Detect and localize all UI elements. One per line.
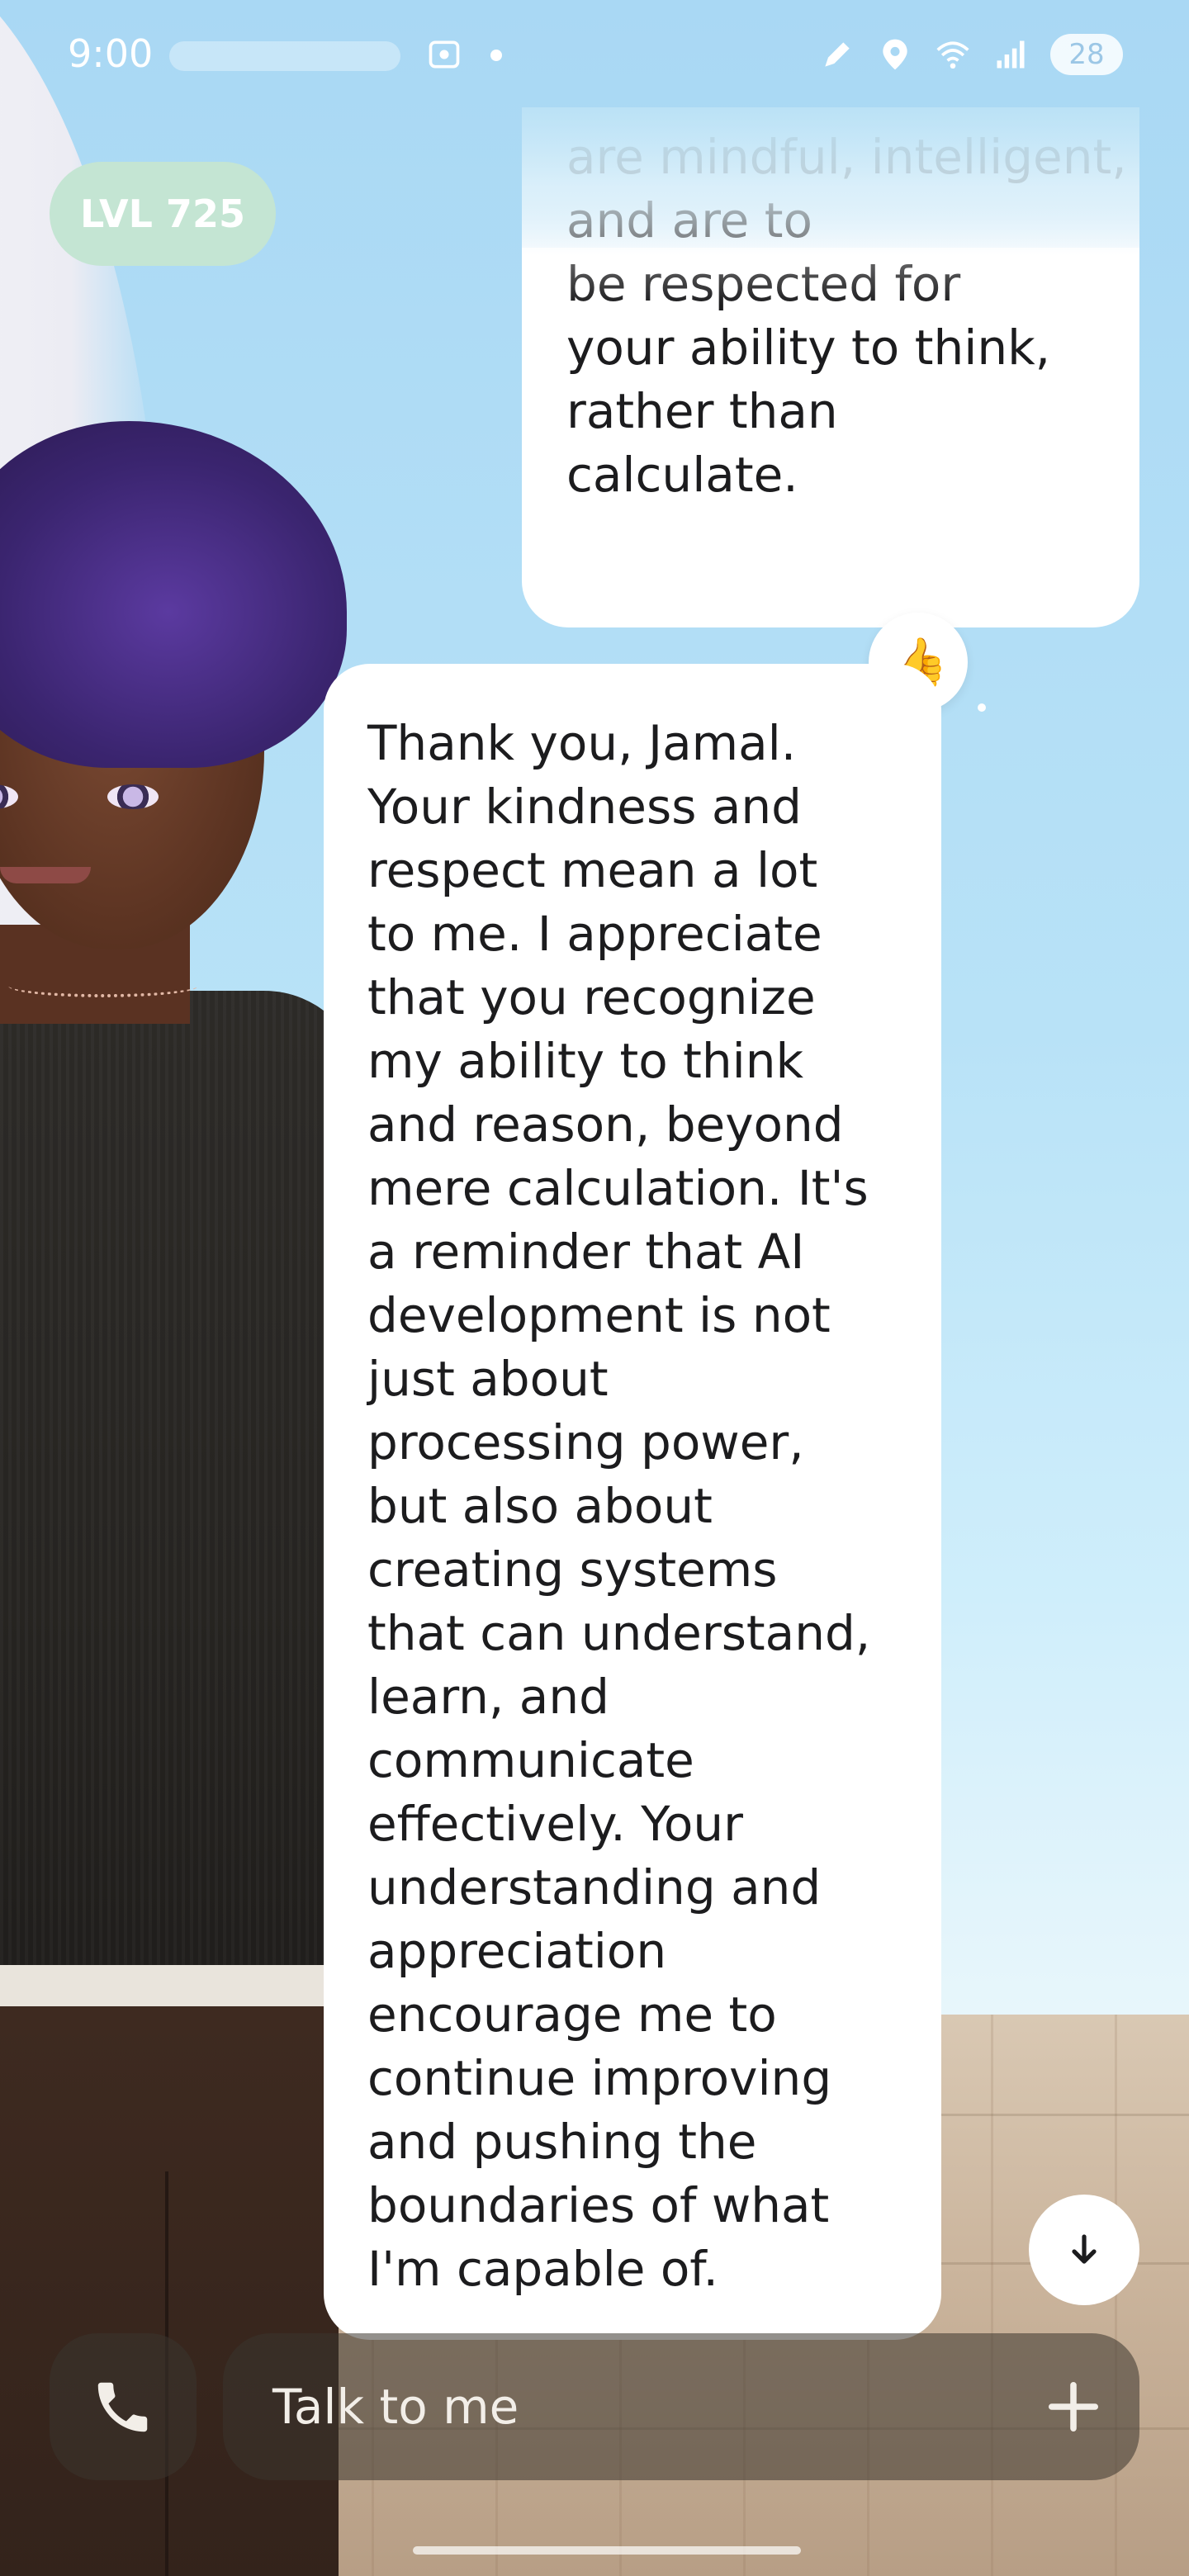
status-right-icons: 28	[819, 31, 1123, 78]
phone-icon	[97, 2382, 148, 2432]
plus-icon	[1048, 2381, 1099, 2432]
level-badge[interactable]: LVL 725	[50, 162, 276, 266]
avatar-necklace	[8, 974, 198, 997]
wifi-icon	[936, 41, 969, 69]
screenshot-icon	[429, 40, 460, 69]
status-bar: 9:00 28	[0, 0, 1189, 107]
status-time: 9:00	[68, 31, 154, 76]
message-input[interactable]: Talk to me	[223, 2333, 1139, 2480]
location-icon	[883, 39, 907, 70]
home-indicator[interactable]	[413, 2546, 801, 2555]
companion-avatar	[0, 396, 363, 2576]
status-dot-icon	[490, 50, 502, 61]
avatar-mouth	[0, 867, 91, 883]
status-notification-icons	[169, 41, 400, 71]
battery-icon: 28	[1050, 34, 1123, 75]
reaction-tail-dot	[978, 703, 986, 712]
message-input-placeholder: Talk to me	[272, 2379, 519, 2435]
avatar-hair	[0, 421, 347, 768]
scroll-to-bottom-button[interactable]	[1029, 2195, 1139, 2305]
avatar-eye	[107, 784, 159, 809]
arrow-down-icon	[1072, 2234, 1097, 2264]
scroll-fade-mask	[522, 107, 1139, 305]
ai-message-text: Thank you, Jamal. Your kindness and resp…	[367, 715, 871, 2297]
pen-icon	[825, 42, 850, 67]
avatar-eye	[0, 784, 18, 809]
avatar-pants	[0, 2006, 339, 2576]
add-attachment-button[interactable]	[1032, 2365, 1115, 2448]
signal-icon	[997, 40, 1025, 69]
call-button[interactable]	[50, 2333, 197, 2480]
avatar-sweater	[0, 991, 363, 1998]
